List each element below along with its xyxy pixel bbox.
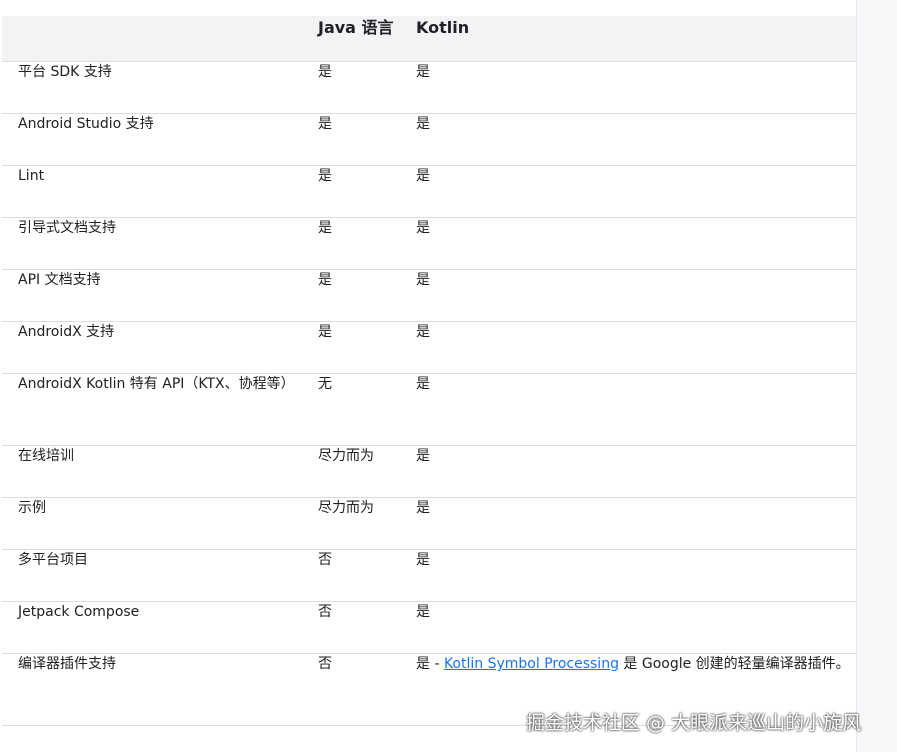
- table-row: 示例 尽力而为 是: [2, 497, 856, 550]
- kotlin-cell: 是: [416, 165, 856, 218]
- feature-cell: 多平台项目: [2, 549, 318, 602]
- kotlin-cell-suffix: 是 Google 创建的轻量编译器插件。: [618, 656, 850, 672]
- kotlin-cell: 是: [416, 269, 856, 322]
- feature-cell: Lint: [2, 165, 318, 218]
- java-cell: 尽力而为: [318, 497, 416, 550]
- java-cell: 是: [318, 61, 416, 114]
- kotlin-cell: 是: [416, 113, 856, 166]
- table-row: AndroidX Kotlin 特有 API（KTX、协程等） 无 是: [2, 373, 856, 446]
- java-cell: 无: [318, 373, 416, 446]
- kotlin-cell: 是: [416, 549, 856, 602]
- header-kotlin: Kotlin: [416, 16, 856, 62]
- java-cell: 是: [318, 165, 416, 218]
- header-feature: [2, 16, 318, 62]
- feature-cell: 编译器插件支持: [2, 653, 318, 726]
- java-cell: 是: [318, 217, 416, 270]
- feature-cell: 在线培训: [2, 445, 318, 498]
- feature-cell: AndroidX 支持: [2, 321, 318, 374]
- table-row: 引导式文档支持 是 是: [2, 217, 856, 270]
- java-cell: 是: [318, 113, 416, 166]
- kotlin-cell: 是: [416, 445, 856, 498]
- java-cell: 否: [318, 549, 416, 602]
- java-cell: 是: [318, 321, 416, 374]
- table-header-row: Java 语言 Kotlin: [2, 16, 856, 62]
- table-row: 在线培训 尽力而为 是: [2, 445, 856, 498]
- kotlin-symbol-processing-link[interactable]: Kotlin Symbol Processing: [444, 656, 619, 672]
- java-cell: 否: [318, 601, 416, 654]
- table-row: AndroidX 支持 是 是: [2, 321, 856, 374]
- kotlin-cell: 是: [416, 601, 856, 654]
- feature-cell: AndroidX Kotlin 特有 API（KTX、协程等）: [2, 373, 318, 446]
- right-sidebar: [856, 0, 897, 752]
- table-row: Lint 是 是: [2, 165, 856, 218]
- table-row: 多平台项目 否 是: [2, 549, 856, 602]
- kotlin-cell: 是: [416, 217, 856, 270]
- kotlin-cell: 是: [416, 373, 856, 446]
- kotlin-cell: 是: [416, 497, 856, 550]
- feature-cell: 示例: [2, 497, 318, 550]
- watermark: 掘金技术社区 @ 大眼派来巡山的小旋风: [526, 712, 862, 734]
- feature-cell: 引导式文档支持: [2, 217, 318, 270]
- java-cell: 是: [318, 269, 416, 322]
- feature-cell: API 文档支持: [2, 269, 318, 322]
- feature-cell: Jetpack Compose: [2, 601, 318, 654]
- kotlin-cell-prefix: 是 -: [416, 656, 444, 672]
- kotlin-cell: 是: [416, 61, 856, 114]
- header-java: Java 语言: [318, 16, 416, 62]
- feature-cell: 平台 SDK 支持: [2, 61, 318, 114]
- comparison-table: Java 语言 Kotlin 平台 SDK 支持 是 是 Android Stu…: [2, 16, 856, 726]
- kotlin-cell: 是: [416, 321, 856, 374]
- java-cell: 否: [318, 653, 416, 726]
- java-cell: 尽力而为: [318, 445, 416, 498]
- top-margin: [0, 0, 856, 16]
- table-row: 平台 SDK 支持 是 是: [2, 61, 856, 114]
- table-row: Jetpack Compose 否 是: [2, 601, 856, 654]
- table-row: Android Studio 支持 是 是: [2, 113, 856, 166]
- table-row: API 文档支持 是 是: [2, 269, 856, 322]
- feature-cell: Android Studio 支持: [2, 113, 318, 166]
